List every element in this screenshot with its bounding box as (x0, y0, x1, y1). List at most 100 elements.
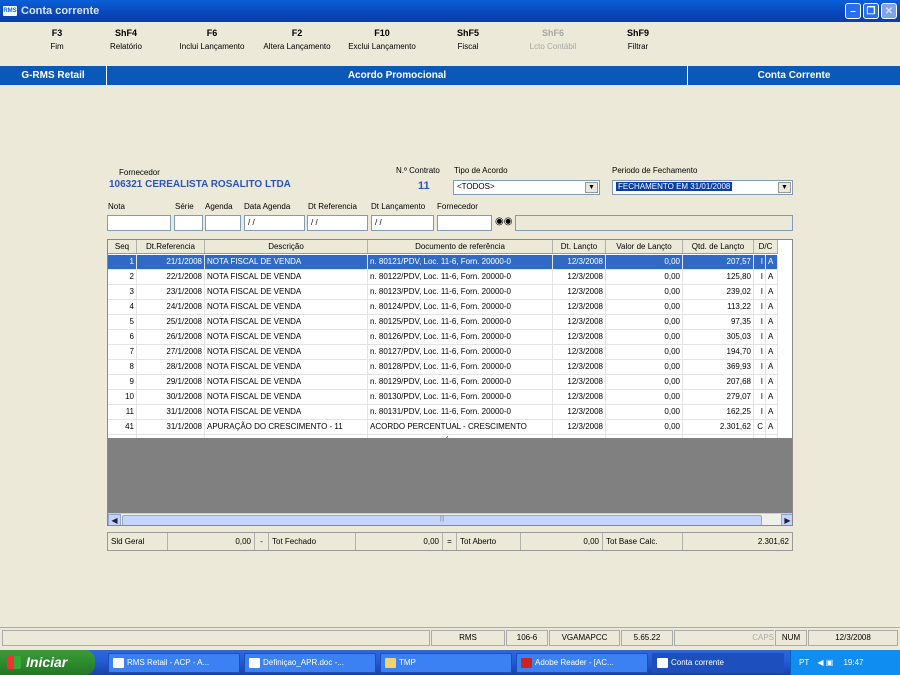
table-cell: n. 80125/PDV, Loc. 11-6, Forn. 20000-0 (368, 315, 553, 329)
col-descricao[interactable]: Descrição (205, 240, 368, 253)
col-dt-lancto[interactable]: Dt. Lançto (553, 240, 606, 253)
fiscal-button[interactable]: ShF5 Fiscal (428, 28, 508, 51)
table-cell: 0,00 (606, 330, 683, 344)
windows-logo-icon (7, 656, 21, 669)
minus-sign: - (255, 533, 269, 550)
fim-button[interactable]: F3 Fim (17, 28, 97, 51)
lancamentos-grid[interactable]: Seq Dt.Referencia Descrição Documento de… (107, 239, 793, 526)
grid-header: Seq Dt.Referencia Descrição Documento de… (108, 240, 778, 254)
task-adobe-reader[interactable]: Adobe Reader - [AC... (516, 653, 648, 673)
table-cell: NOTA FISCAL DE VENDA (205, 300, 368, 314)
table-row[interactable]: 10 30/1/2008 NOTA FISCAL DE VENDA n. 80130/… (108, 390, 778, 405)
window-title: Conta corrente (21, 5, 100, 17)
table-cell: A (766, 420, 778, 434)
exclui-lancamento-button[interactable]: F10 Exclui Lançamento (342, 28, 422, 51)
status-date: 12/3/2008 (808, 630, 898, 646)
task-tmp-folder[interactable]: TMP (380, 653, 512, 673)
status-loc: 106-6 (506, 630, 548, 646)
dt-referencia-label: Dt Referencia (308, 202, 357, 211)
table-row[interactable]: 2 22/1/2008 NOTA FISCAL DE VENDA n. 80122/P… (108, 270, 778, 285)
clock[interactable]: 19:47 (843, 658, 863, 667)
table-row[interactable]: 41 31/1/2008 APURAÇÃO DO CRESCIMENTO - 11 A… (108, 420, 778, 435)
header-right: Conta Corrente (687, 66, 900, 85)
fornecedor-filter-label: Fornecedor (437, 202, 478, 211)
col-seq[interactable]: Seq (108, 240, 137, 253)
scroll-thumb[interactable]: ||| (122, 515, 762, 525)
tot-base-calc-value: 2.301,62 (757, 537, 789, 546)
table-cell: 29/1/2008 (137, 375, 205, 389)
col-valor[interactable]: Valor de Lançto (606, 240, 683, 253)
fornecedor-filter-input[interactable] (437, 215, 492, 231)
table-cell: NOTA FISCAL DE VENDA (205, 345, 368, 359)
table-cell: I (754, 390, 766, 404)
table-cell: A (766, 315, 778, 329)
scroll-left-icon[interactable]: ◀ (108, 514, 121, 525)
periodo-select[interactable]: FECHAMENTO EM 31/01/2008 ▼ (612, 180, 793, 195)
table-cell: 22/1/2008 (137, 270, 205, 284)
table-row[interactable]: 1 21/1/2008 NOTA FISCAL DE VENDA n. 80121/P… (108, 255, 778, 270)
table-cell: 113,22 (683, 300, 754, 314)
table-cell: I (754, 345, 766, 359)
dt-referencia-input[interactable]: / / (307, 215, 368, 231)
table-cell: NOTA FISCAL DE VENDA (205, 285, 368, 299)
table-row[interactable]: 5 25/1/2008 NOTA FISCAL DE VENDA n. 80125/P… (108, 315, 778, 330)
contrato-value: 11 (418, 180, 430, 192)
table-row[interactable]: 3 23/1/2008 NOTA FISCAL DE VENDA n. 80123/P… (108, 285, 778, 300)
table-cell: 0,00 (606, 255, 683, 269)
scroll-right-icon[interactable]: ▶ (781, 514, 792, 525)
language-indicator[interactable]: PT (799, 658, 809, 667)
col-documento[interactable]: Documento de referência (368, 240, 553, 253)
table-row[interactable]: 4 24/1/2008 NOTA FISCAL DE VENDA n. 80124/P… (108, 300, 778, 315)
tray-icons[interactable]: ◀ ▣ (817, 658, 833, 667)
table-row[interactable]: 6 26/1/2008 NOTA FISCAL DE VENDA n. 80126/P… (108, 330, 778, 345)
filtrar-button[interactable]: ShF9 Filtrar (598, 28, 678, 51)
horizontal-scrollbar[interactable]: ◀ ||| ▶ (108, 513, 792, 525)
table-cell: I (754, 255, 766, 269)
tipo-acordo-select[interactable]: <TODOS> ▼ (453, 180, 600, 195)
nota-input[interactable] (107, 215, 171, 231)
task-conta-corrente[interactable]: Conta corrente (652, 653, 784, 673)
table-cell: 31/1/2008 (137, 420, 205, 434)
table-row[interactable]: 7 27/1/2008 NOTA FISCAL DE VENDA n. 80127/P… (108, 345, 778, 360)
window-titlebar[interactable]: RMS Conta corrente – ❐ ✕ (0, 0, 900, 22)
inclui-lancamento-button[interactable]: F6 Inclui Lançamento (172, 28, 252, 51)
maximize-icon[interactable]: ❐ (863, 3, 879, 19)
binoculars-icon[interactable]: ◉◉ (495, 216, 512, 227)
status-system: RMS (431, 630, 505, 646)
table-row[interactable]: 9 29/1/2008 NOTA FISCAL DE VENDA n. 80129/P… (108, 375, 778, 390)
table-cell: I (754, 405, 766, 419)
task-word-doc[interactable]: Definiçao_APR.doc -... (244, 653, 376, 673)
col-dt-referencia[interactable]: Dt.Referencia (137, 240, 205, 253)
dt-lancamento-input[interactable]: / / (371, 215, 434, 231)
table-cell: A (766, 270, 778, 284)
table-row[interactable]: 8 28/1/2008 NOTA FISCAL DE VENDA n. 80128/P… (108, 360, 778, 375)
table-cell: NOTA FISCAL DE VENDA (205, 330, 368, 344)
relatorio-button[interactable]: ShF4 Relatório (86, 28, 166, 51)
data-agenda-input[interactable]: / / (244, 215, 305, 231)
col-qtd[interactable]: Qtd. de Lançto (683, 240, 754, 253)
table-cell: A (766, 405, 778, 419)
table-cell: 194,70 (683, 345, 754, 359)
table-cell: NOTA FISCAL DE VENDA (205, 270, 368, 284)
col-dc[interactable]: D/C (754, 240, 778, 253)
minimize-icon[interactable]: – (845, 3, 861, 19)
close-icon[interactable]: ✕ (881, 3, 897, 19)
table-cell: 0,00 (606, 345, 683, 359)
table-cell: 41 (108, 420, 137, 434)
serie-input[interactable] (174, 215, 203, 231)
table-cell: I (754, 285, 766, 299)
fornecedor-value: 106321 CEREALISTA ROSALITO LTDA (109, 179, 291, 190)
table-cell: 12/3/2008 (553, 345, 606, 359)
tot-aberto-value: 0,00 (521, 533, 603, 550)
altera-lancamento-button[interactable]: F2 Altera Lançamento (257, 28, 337, 51)
equals-sign: = (443, 533, 457, 550)
table-row[interactable]: 11 31/1/2008 NOTA FISCAL DE VENDA n. 80131/… (108, 405, 778, 420)
table-cell: 1 (108, 255, 137, 269)
agenda-input[interactable] (205, 215, 241, 231)
status-version: 5.65.22 (621, 630, 673, 646)
nota-label: Nota (108, 202, 125, 211)
task-rms-retail[interactable]: RMS Retail - ACP - A... (108, 653, 240, 673)
table-cell: 12/3/2008 (553, 255, 606, 269)
start-button[interactable]: Iniciar (0, 650, 95, 675)
table-cell: 26/1/2008 (137, 330, 205, 344)
